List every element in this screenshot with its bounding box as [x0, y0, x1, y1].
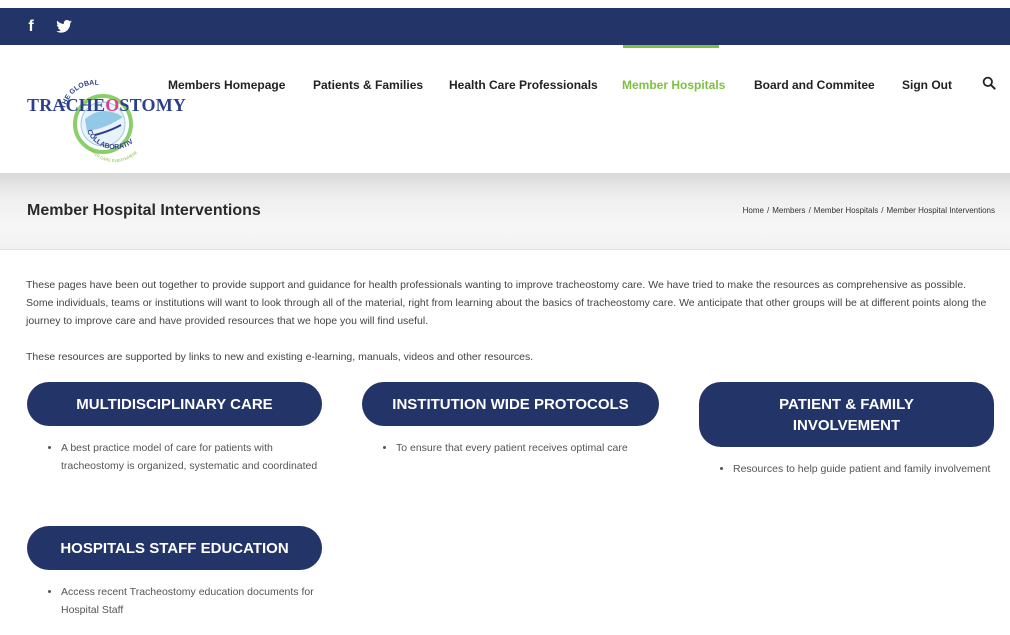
breadcrumb: Home / Members / Member Hospitals / Member Hos… — [742, 206, 996, 215]
institution-wide-protocols-button[interactable]: INSTITUTION WIDE PROTOCOLS — [362, 382, 659, 426]
card-bullets: Access recent Tracheostomy education doc… — [27, 583, 322, 619]
site-header: THE GLOBAL COLLABORATIVE SAFER CARE EVER… — [0, 45, 1010, 173]
list-item: Access recent Tracheostomy education doc… — [61, 583, 322, 619]
window-frame — [0, 0, 1010, 8]
social-bar: f — [0, 8, 1010, 45]
active-nav-indicator — [623, 45, 719, 48]
twitter-icon[interactable] — [54, 8, 74, 45]
facebook-icon[interactable]: f — [22, 8, 40, 45]
list-item: Resources to help guide patient and fami… — [733, 460, 994, 478]
nav-members-homepage[interactable]: Members Homepage — [168, 78, 285, 92]
breadcrumb-home[interactable]: Home — [743, 206, 764, 215]
card-bullets: To ensure that every patient receives op… — [362, 439, 659, 457]
list-item: A best practice model of care for patien… — [61, 439, 322, 475]
card-patient-family-involvement: PATIENT & FAMILY INVOLVEMENT Resources t… — [699, 382, 994, 478]
card-institution-wide-protocols: INSTITUTION WIDE PROTOCOLS To ensure tha… — [362, 382, 659, 457]
card-bullets: A best practice model of care for patien… — [27, 439, 322, 475]
card-bullets: Resources to help guide patient and fami… — [699, 460, 994, 478]
card-hospitals-staff-education: HOSPITALS STAFF EDUCATION Access recent … — [27, 526, 322, 619]
breadcrumb-member-hospitals[interactable]: Member Hospitals — [814, 206, 878, 215]
multidisciplinary-care-button[interactable]: MULTIDISCIPLINARY CARE — [27, 382, 322, 426]
nav-member-hospitals[interactable]: Member Hospitals — [622, 78, 725, 92]
nav-health-care-professionals[interactable]: Health Care Professionals — [449, 78, 598, 92]
main-nav: Members Homepage Patients & Families Hea… — [0, 45, 1010, 125]
breadcrumb-members[interactable]: Members — [772, 206, 805, 215]
magnifier-icon — [982, 76, 996, 90]
breadcrumb-current: Member Hospital Interventions — [886, 206, 996, 215]
hospitals-staff-education-button[interactable]: HOSPITALS STAFF EDUCATION — [27, 526, 322, 570]
nav-patients-families[interactable]: Patients & Families — [313, 78, 423, 92]
twitter-bird-icon — [56, 20, 72, 33]
card-multidisciplinary-care: MULTIDISCIPLINARY CARE A best practice m… — [27, 382, 322, 475]
patient-family-involvement-button[interactable]: PATIENT & FAMILY INVOLVEMENT — [699, 382, 994, 447]
list-item: To ensure that every patient receives op… — [396, 439, 659, 457]
resources-paragraph: These resources are supported by links t… — [26, 351, 534, 363]
page-title-bar: Member Hospital Interventions Home / Membe… — [0, 173, 1010, 250]
nav-sign-out[interactable]: Sign Out — [902, 78, 952, 92]
page-title: Member Hospital Interventions — [27, 202, 261, 219]
intro-paragraph: These pages have been out together to pr… — [26, 279, 987, 327]
nav-board-commitee[interactable]: Board and Commitee — [754, 78, 875, 92]
search-icon[interactable] — [982, 76, 998, 92]
intro-content: These pages have been out together to pr… — [26, 276, 996, 366]
